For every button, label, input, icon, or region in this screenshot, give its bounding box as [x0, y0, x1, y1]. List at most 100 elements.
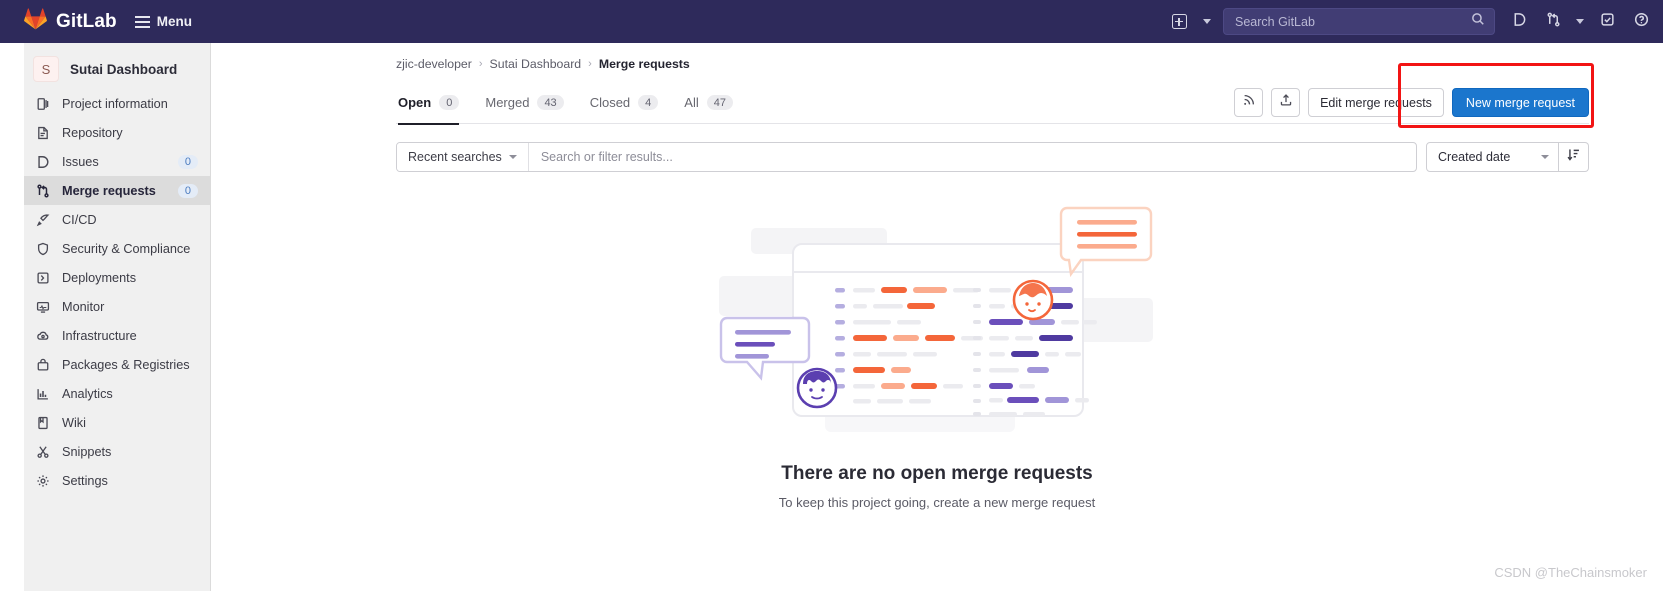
- new-item-dropdown-toggle[interactable]: [1197, 6, 1217, 38]
- sidebar-label: CI/CD: [62, 212, 97, 227]
- navbar-todos-button[interactable]: [1591, 6, 1623, 38]
- main-content: zjic-developer › Sutai Dashboard › Merge…: [211, 43, 1663, 591]
- sidebar-item-issues[interactable]: Issues 0: [24, 147, 210, 176]
- sidebar-label: Wiki: [62, 415, 86, 430]
- sidebar-item-repository[interactable]: Repository: [24, 118, 210, 147]
- sidebar-label: Security & Compliance: [62, 241, 191, 256]
- navbar-menu-button[interactable]: Menu: [134, 14, 193, 29]
- merge-request-icon: [34, 182, 51, 199]
- merge-request-empty-illustration: [719, 206, 1153, 432]
- sidebar-item-project-information[interactable]: Project information: [24, 89, 210, 118]
- new-merge-request-label: New merge request: [1465, 95, 1575, 110]
- repository-doc-icon: [34, 124, 51, 141]
- sidebar-item-merge-requests[interactable]: Merge requests 0: [24, 176, 210, 205]
- sidebar-label: Merge requests: [62, 183, 156, 198]
- project-avatar: S: [33, 56, 59, 82]
- new-merge-request-button[interactable]: New merge request: [1451, 88, 1589, 117]
- filter-sort-row: Recent searches Search or filter results…: [396, 142, 1589, 172]
- sidebar-item-infrastructure[interactable]: Infrastructure: [24, 321, 210, 350]
- sidebar-merge-requests-count: 0: [177, 183, 198, 198]
- sidebar-label: Deployments: [62, 270, 137, 285]
- gitlab-logo-link[interactable]: GitLab: [24, 8, 117, 35]
- sidebar-project-header[interactable]: S Sutai Dashboard: [24, 49, 210, 89]
- package-box-icon: [34, 356, 51, 373]
- monitor-icon: [34, 298, 51, 315]
- sort-by-value: Created date: [1438, 150, 1511, 164]
- gear-icon: [34, 472, 51, 489]
- navbar-merge-requests-button[interactable]: [1537, 6, 1569, 38]
- breadcrumb-item-group[interactable]: zjic-developer: [396, 57, 472, 71]
- tab-count: 4: [638, 95, 659, 110]
- sort-group: Created date: [1426, 142, 1589, 172]
- empty-state-subtitle: To keep this project going, create a new…: [778, 495, 1096, 510]
- avatar-orange: [1012, 279, 1054, 321]
- sidebar-label: Analytics: [62, 386, 113, 401]
- navbar-help-button[interactable]: [1625, 6, 1657, 38]
- chevron-down-icon: [508, 155, 517, 159]
- tab-open[interactable]: Open 0: [396, 82, 472, 125]
- scissors-icon: [34, 443, 51, 460]
- merge-request-state-tabs: Open 0 Merged 43 Closed 4 All 47 Edit me…: [396, 82, 1589, 125]
- sidebar-item-packages-registries[interactable]: Packages & Registries: [24, 350, 210, 379]
- export-merge-requests-button[interactable]: [1271, 88, 1301, 117]
- tabs-group: Open 0 Merged 43 Closed 4 All 47: [396, 82, 746, 125]
- sidebar-label: Issues: [62, 154, 99, 169]
- tab-label: Merged: [485, 95, 530, 110]
- sidebar-label: Monitor: [62, 299, 105, 314]
- gitlab-wordmark: GitLab: [56, 10, 117, 32]
- sort-by-dropdown[interactable]: Created date: [1426, 142, 1559, 172]
- sidebar-item-settings[interactable]: Settings: [24, 466, 210, 495]
- sidebar-label: Repository: [62, 125, 123, 140]
- edit-merge-requests-button[interactable]: Edit merge requests: [1308, 88, 1444, 117]
- navbar-left-group: GitLab Menu: [0, 8, 192, 35]
- empty-state: There are no open merge requests To keep…: [211, 206, 1663, 510]
- navbar-issues-button[interactable]: [1503, 6, 1535, 38]
- chevron-down-icon: [1203, 19, 1211, 24]
- recent-searches-label: Recent searches: [408, 150, 502, 164]
- tab-count: 0: [439, 95, 460, 110]
- sidebar-label: Packages & Registries: [62, 357, 190, 372]
- tab-count: 47: [706, 95, 733, 110]
- sidebar-label: Infrastructure: [62, 328, 137, 343]
- project-sidebar: S Sutai Dashboard Project information Re…: [24, 43, 211, 591]
- sidebar-item-snippets[interactable]: Snippets: [24, 437, 210, 466]
- watermark: CSDN @TheChainsmoker: [1494, 565, 1647, 580]
- rss-subscribe-button[interactable]: [1234, 88, 1264, 117]
- hamburger-menu-icon: [134, 15, 150, 28]
- sidebar-item-security-compliance[interactable]: Security & Compliance: [24, 234, 210, 263]
- navbar-menu-label: Menu: [156, 14, 193, 29]
- sidebar-item-deployments[interactable]: Deployments: [24, 263, 210, 292]
- new-item-button[interactable]: [1163, 6, 1195, 38]
- global-search-input[interactable]: Search GitLab: [1223, 8, 1495, 35]
- chevron-down-icon: [1576, 19, 1584, 24]
- search-input[interactable]: Search or filter results...: [529, 143, 1416, 171]
- sidebar-item-analytics[interactable]: Analytics: [24, 379, 210, 408]
- search-filter-bar[interactable]: Recent searches Search or filter results…: [396, 142, 1417, 172]
- tab-label: Closed: [589, 95, 631, 110]
- tab-closed[interactable]: Closed 4: [577, 82, 672, 124]
- breadcrumb-item-project[interactable]: Sutai Dashboard: [490, 57, 582, 71]
- sidebar-item-ci-cd[interactable]: CI/CD: [24, 205, 210, 234]
- gitlab-tanuki-icon: [24, 8, 47, 35]
- breadcrumb-separator-icon: ›: [588, 58, 592, 70]
- sort-direction-button[interactable]: [1559, 142, 1589, 172]
- breadcrumb-separator-icon: ›: [478, 58, 483, 70]
- tab-all[interactable]: All 47: [671, 82, 746, 124]
- chevron-down-icon: [1541, 155, 1549, 159]
- bar-chart-icon: [34, 385, 51, 402]
- edit-merge-requests-label: Edit merge requests: [1320, 95, 1432, 110]
- merge-request-icon: [1546, 12, 1561, 32]
- sidebar-item-monitor[interactable]: Monitor: [24, 292, 210, 321]
- sidebar-label: Snippets: [62, 444, 112, 459]
- sidebar-label: Project information: [62, 96, 168, 111]
- empty-state-title: There are no open merge requests: [781, 463, 1093, 484]
- left-gutter: [0, 43, 24, 591]
- navbar-merge-requests-caret[interactable]: [1571, 6, 1589, 38]
- gitlab-merge-requests-page: GitLab Menu Search GitLab S Sutai Dashbo…: [0, 0, 1663, 591]
- recent-searches-dropdown[interactable]: Recent searches: [397, 143, 529, 171]
- tab-merged[interactable]: Merged 43: [472, 82, 576, 124]
- tab-label: Open: [398, 95, 432, 110]
- sidebar-item-wiki[interactable]: Wiki: [24, 408, 210, 437]
- export-upload-icon: [1279, 93, 1293, 112]
- sidebar-issues-count: 0: [177, 154, 198, 169]
